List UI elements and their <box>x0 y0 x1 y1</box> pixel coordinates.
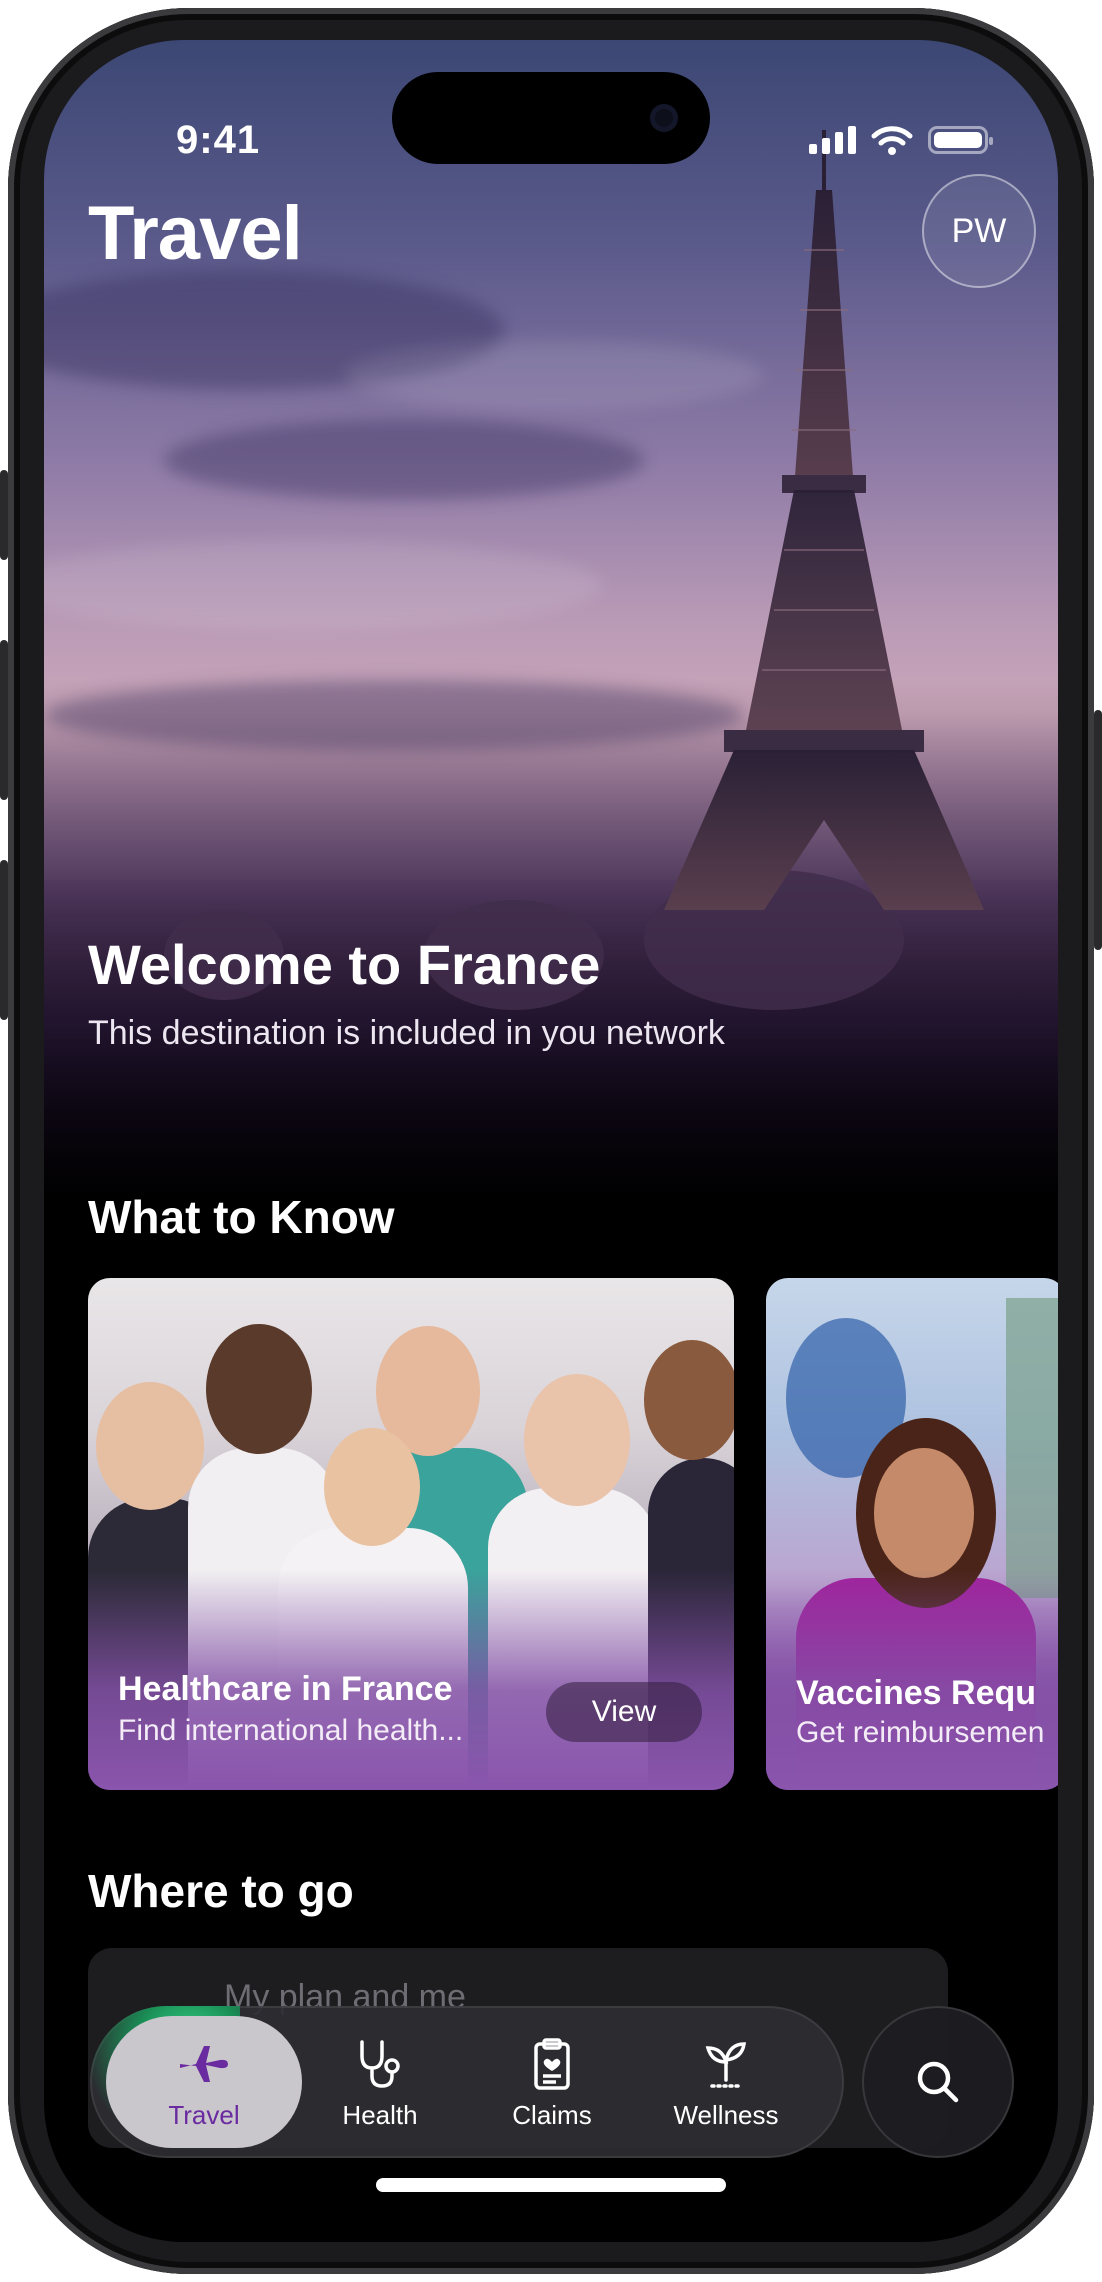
sprout-icon <box>705 2041 747 2088</box>
volume-down-button <box>0 860 8 1020</box>
status-time: 9:41 <box>176 118 261 162</box>
hero-subtitle: This destination is included in you netw… <box>88 1014 725 1052</box>
nav-item-wellness[interactable]: Wellness <box>634 2016 818 2148</box>
profile-avatar[interactable]: PW <box>922 174 1036 288</box>
signal-icon <box>809 126 856 154</box>
clipboard-icon <box>534 2037 570 2090</box>
silent-switch <box>0 470 8 560</box>
vaccines-card[interactable]: Vaccines Requ Get reimbursemen <box>766 1278 1058 1790</box>
card-subtitle: Get reimbursemen <box>796 1716 1045 1749</box>
where-to-go-heading: Where to go <box>88 1865 354 1917</box>
volume-up-button <box>0 640 8 800</box>
card-title: Healthcare in France <box>118 1670 453 1708</box>
power-button <box>1094 710 1102 950</box>
dynamic-island <box>392 72 710 164</box>
nav-item-claims[interactable]: Claims <box>460 2016 644 2148</box>
nav-item-health[interactable]: Health <box>288 2016 472 2148</box>
airplane-icon <box>180 2045 228 2082</box>
card-title: Vaccines Requ <box>796 1674 1037 1712</box>
wifi-icon <box>871 126 913 155</box>
nav-label: Travel <box>168 2099 240 2130</box>
what-to-know-heading: What to Know <box>88 1191 395 1243</box>
card-subtitle: Find international health... <box>118 1714 464 1747</box>
screen: 9:41 Travel PW Welcome to France This de… <box>44 40 1058 2242</box>
search-button[interactable] <box>862 2006 1014 2158</box>
home-indicator[interactable] <box>376 2178 726 2192</box>
healthcare-card[interactable]: Healthcare in France Find international … <box>88 1278 734 1790</box>
page-title: Travel <box>88 191 303 276</box>
view-button[interactable]: View <box>546 1682 702 1742</box>
nav-item-travel[interactable]: Travel <box>106 2016 302 2148</box>
nav-label: Claims <box>512 2099 592 2130</box>
status-icons <box>809 124 993 156</box>
nav-label: Wellness <box>673 2099 779 2130</box>
hero-headline: Welcome to France <box>88 933 601 996</box>
nav-label: Health <box>342 2099 418 2130</box>
search-icon <box>917 2061 959 2103</box>
battery-icon <box>928 126 993 154</box>
stethoscope-icon <box>360 2039 400 2088</box>
